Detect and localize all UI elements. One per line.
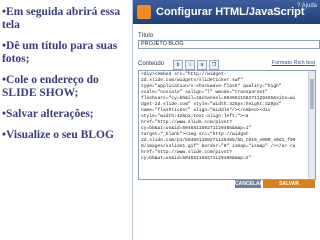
- instruction-item: •Salvar alterações;: [2, 108, 94, 120]
- instruction-item: •Em seguida abrirá essa tela: [2, 6, 121, 31]
- blogger-logo-icon: [137, 5, 151, 19]
- title-input[interactable]: PROJETO BLOG: [138, 40, 320, 49]
- instruction-item: •Dê um título para suas fotos;: [2, 40, 118, 65]
- rich-text-link[interactable]: Formato Rich text: [272, 60, 315, 66]
- cancel-button[interactable]: CANCELAR: [235, 180, 263, 188]
- embed-code: <div><embed src="http://widget- 2d.slide…: [141, 72, 296, 161]
- content-textarea[interactable]: <div><embed src="http://widget- 2d.slide…: [138, 70, 316, 180]
- dialog-header: Configurar HTML/JavaScript ? Ajuda: [133, 0, 320, 24]
- content-scrollbar[interactable]: [308, 71, 315, 179]
- editor-toolbar: b i a ❐: [173, 60, 219, 70]
- html-javascript-dialog: Configurar HTML/JavaScript ? Ajuda Títul…: [132, 0, 320, 240]
- italic-button[interactable]: i: [185, 60, 195, 70]
- instruction-list: •Em seguida abrirá essa tela •Dê um títu…: [2, 6, 130, 150]
- help-link[interactable]: ? Ajuda: [297, 3, 317, 9]
- instruction-item: •Cole o endereço do SLIDE SHOW;: [2, 74, 99, 99]
- scrollbar-thumb[interactable]: [310, 79, 314, 109]
- title-label: Título: [138, 33, 154, 39]
- content-label: Conteúdo: [138, 61, 165, 67]
- link-button[interactable]: a: [197, 60, 207, 70]
- save-button[interactable]: SALVAR ALTERAÇÕES: [263, 180, 315, 195]
- image-button[interactable]: ❐: [209, 60, 219, 70]
- bold-button[interactable]: b: [173, 60, 183, 70]
- dialog-title: Configurar HTML/JavaScript: [156, 6, 305, 18]
- instruction-item: •Visualize o seu BLOG: [2, 129, 114, 141]
